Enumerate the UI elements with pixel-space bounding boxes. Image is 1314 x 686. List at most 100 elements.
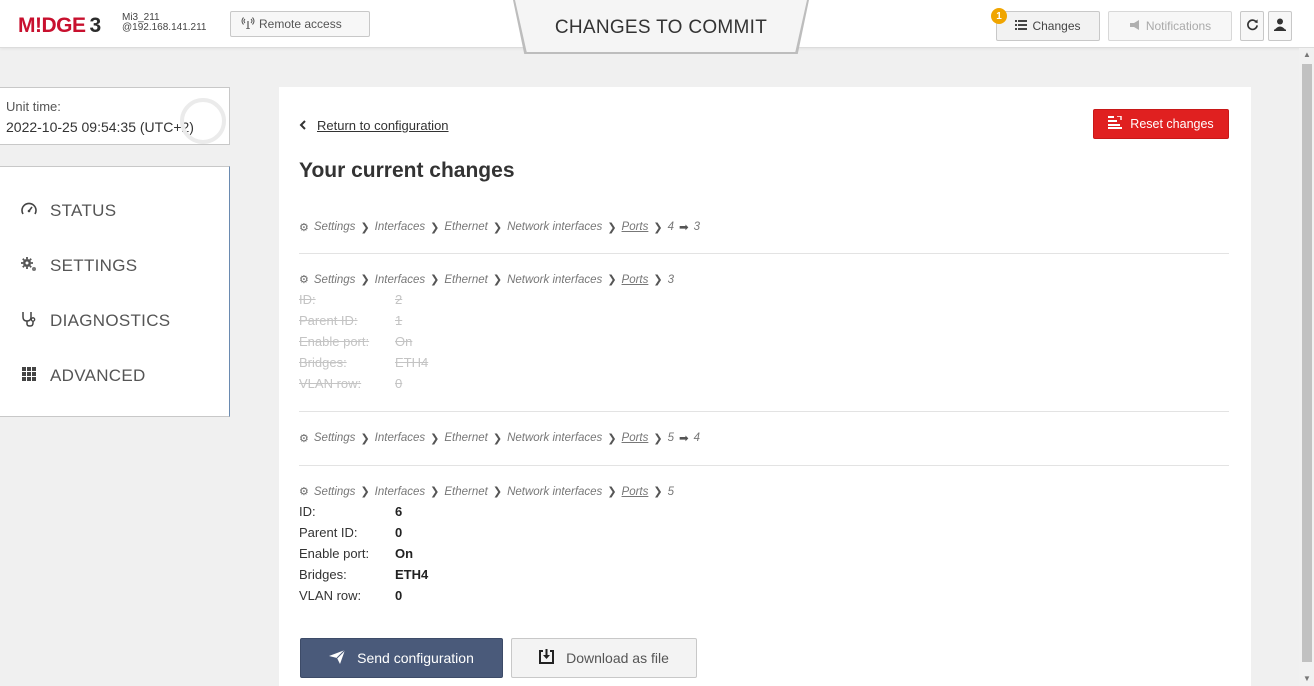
gears-icon: ⚙ — [299, 221, 309, 234]
crumb-interfaces: Interfaces — [374, 485, 426, 498]
change-item: ⚙ Settings ❯ Interfaces ❯ Ethernet ❯ Net… — [299, 485, 1229, 606]
crumb-ports-link[interactable]: Ports — [622, 221, 649, 233]
page-heading: Your current changes — [299, 159, 515, 182]
crumb-settings: Settings — [313, 485, 356, 498]
added-fields: ID: 6 Parent ID: 0 Enable port: On Bridges:… — [299, 502, 1229, 606]
sidebar-item-advanced[interactable]: ADVANCED — [20, 366, 146, 386]
sidebar-item-diagnostics[interactable]: DIAGNOSTICS — [20, 311, 170, 331]
breadcrumb: ⚙ Settings ❯ Interfaces ❯ Ethernet ❯ Net… — [299, 273, 1229, 287]
field-value: 2 — [395, 292, 403, 307]
crumb-settings: Settings — [313, 432, 356, 444]
sidebar-item-settings[interactable]: SETTINGS — [20, 256, 137, 276]
breadcrumb: ⚙ Settings ❯ Interfaces ❯ Ethernet ❯ Net… — [299, 485, 1229, 499]
device-info: Mi3_211 @192.168.141.211 — [122, 13, 206, 33]
chevron-left-icon — [299, 118, 307, 133]
gears-icon: ⚙ — [299, 486, 309, 498]
refresh-icon — [1246, 18, 1259, 34]
crumb-ethernet: Ethernet — [444, 432, 488, 444]
chevron-right-icon: ❯ — [607, 432, 617, 445]
move-to: 4 — [693, 432, 701, 444]
chevron-right-icon: ❯ — [653, 274, 663, 286]
user-button[interactable] — [1268, 11, 1292, 41]
refresh-button[interactable] — [1240, 11, 1264, 41]
crumb-ethernet: Ethernet — [444, 485, 488, 498]
download-as-file-label: Download as file — [566, 650, 669, 666]
move-from: 4 — [667, 221, 674, 233]
field-label: VLAN row: — [299, 376, 362, 391]
stethoscope-icon — [20, 311, 38, 331]
change-item: ⚙ Settings ❯ Interfaces ❯ Ethernet ❯ Net… — [299, 220, 1229, 234]
crumb-interfaces: Interfaces — [374, 273, 426, 286]
field-label: ID: — [299, 292, 316, 307]
scroll-down-icon[interactable]: ▼ — [1303, 674, 1311, 683]
chevron-right-icon: ❯ — [492, 486, 503, 498]
divider — [299, 253, 1229, 254]
field-value: On — [395, 334, 413, 349]
chevron-right-icon: ❯ — [607, 486, 617, 498]
crumb-ethernet: Ethernet — [444, 221, 488, 233]
chevron-right-icon: ❯ — [492, 221, 503, 234]
divider — [299, 411, 1229, 412]
field-value: ETH4 — [395, 567, 429, 582]
user-icon — [1274, 18, 1286, 34]
field-value: ETH4 — [395, 355, 429, 370]
changes-button[interactable]: Changes — [996, 11, 1100, 41]
send-configuration-button[interactable]: Send configuration — [300, 638, 503, 678]
sidebar-nav: STATUS SETTINGS DIAGNOSTICS ADVANCED — [0, 166, 230, 417]
return-to-configuration-link[interactable]: Return to configuration — [299, 118, 449, 133]
reset-list-icon — [1108, 115, 1123, 132]
field-value: On — [395, 546, 414, 561]
sidebar-item-label: DIAGNOSTICS — [50, 311, 171, 330]
crumb-settings: Settings — [313, 273, 356, 286]
chevron-right-icon: ❯ — [653, 432, 663, 445]
field-label: Parent ID: — [299, 313, 358, 328]
reset-changes-button[interactable]: Reset changes — [1093, 109, 1229, 139]
field-label: Enable port: — [299, 334, 370, 349]
deleted-fields: ID: 2 Parent ID: 1 Enable port: On Bridges:… — [299, 290, 1229, 394]
changes-count-badge: 1 — [991, 8, 1007, 24]
send-configuration-label: Send configuration — [357, 650, 474, 666]
chevron-right-icon: ❯ — [430, 274, 440, 286]
sidebar-item-status[interactable]: STATUS — [20, 201, 116, 221]
chevron-right-icon: ❯ — [430, 432, 440, 445]
crumb-ports-link[interactable]: Ports — [622, 274, 649, 286]
chevron-right-icon: ❯ — [360, 274, 370, 286]
sidebar-item-label: ADVANCED — [50, 366, 146, 385]
list-icon — [1015, 19, 1028, 33]
logo[interactable]: M!DGE 3 — [18, 14, 101, 38]
main-panel: Return to configuration Reset changes Yo… — [279, 87, 1251, 686]
chevron-right-icon: ❯ — [492, 274, 503, 286]
gears-icon: ⚙ — [299, 432, 309, 445]
return-link-label: Return to configuration — [317, 118, 449, 133]
crumb-ports-link[interactable]: Ports — [622, 432, 649, 444]
field-value: 0 — [395, 588, 403, 603]
crumb-network-interfaces: Network interfaces — [507, 273, 603, 286]
arrow-right-icon: ➡ — [679, 222, 689, 234]
notifications-button[interactable]: Notifications — [1108, 11, 1232, 41]
megaphone-icon — [1129, 19, 1141, 33]
speedometer-icon — [20, 202, 38, 220]
crumb-settings: Settings — [313, 221, 356, 233]
crumb-interfaces: Interfaces — [374, 432, 426, 444]
move-from: 5 — [667, 432, 674, 444]
change-item: ⚙ Settings ❯ Interfaces ❯ Ethernet ❯ Net… — [299, 431, 1229, 445]
field-label: Enable port: — [299, 546, 370, 561]
target-id: 3 — [667, 273, 674, 286]
grid-icon — [20, 367, 38, 385]
field-value: 0 — [395, 525, 403, 540]
download-as-file-button[interactable]: Download as file — [511, 638, 697, 678]
field-value: 6 — [395, 504, 403, 519]
clock-icon — [180, 98, 226, 144]
remote-access-button[interactable]: Remote access — [230, 11, 370, 37]
divider — [299, 465, 1229, 466]
download-icon — [539, 649, 555, 667]
notifications-label: Notifications — [1145, 19, 1212, 33]
chevron-right-icon: ❯ — [430, 486, 440, 498]
scroll-up-icon[interactable]: ▲ — [1303, 50, 1311, 59]
chevron-right-icon: ❯ — [360, 432, 370, 445]
crumb-ports-link[interactable]: Ports — [622, 486, 649, 498]
crumb-network-interfaces: Network interfaces — [507, 221, 603, 233]
move-to: 3 — [693, 221, 701, 233]
change-item: ⚙ Settings ❯ Interfaces ❯ Ethernet ❯ Net… — [299, 273, 1229, 394]
scrollbar-thumb[interactable] — [1302, 64, 1312, 662]
